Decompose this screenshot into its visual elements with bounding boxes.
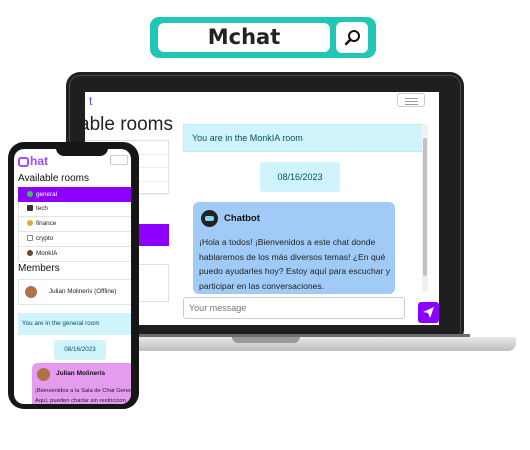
message-input[interactable]: Your message	[183, 297, 405, 319]
rooms-heading: able rooms	[85, 114, 173, 135]
money-bag-icon	[27, 220, 33, 226]
phone-screen: hat Available rooms general tech finance…	[14, 149, 131, 404]
hamburger-menu-button[interactable]	[397, 93, 425, 107]
avatar	[25, 286, 37, 298]
room-item-tech[interactable]: tech	[18, 202, 131, 217]
green-dot-icon	[27, 191, 33, 197]
message-line: ¡Bienvenidos a la Sala de Chat Gener	[35, 388, 131, 394]
room-item-general[interactable]: general	[18, 187, 131, 202]
chatbot-message-bubble: Chatbot ¡Hola a todos! ¡Bienvenidos a es…	[193, 202, 395, 294]
room-item-monkia[interactable]: MonkIA	[18, 247, 131, 262]
robot-avatar-icon	[201, 210, 218, 227]
phone-logo: hat	[18, 154, 48, 168]
search-icon	[344, 30, 360, 46]
phone-menu-button[interactable]	[110, 155, 128, 165]
laptop-icon	[27, 205, 33, 211]
room-label: crypto	[36, 235, 54, 242]
message-text: ¡Bienvenidos a la Sala de Chat Gener Aqu…	[35, 386, 131, 404]
room-label: MonkIA	[36, 250, 58, 257]
member-item[interactable]: Julian Molineris (Offline)	[18, 279, 131, 305]
header-search-bar: Mchat	[150, 17, 376, 58]
date-badge: 08/16/2023	[260, 162, 340, 192]
phone-notch	[56, 145, 108, 156]
message-sender: Chatbot	[224, 213, 260, 224]
laptop-logo: t	[89, 94, 93, 108]
message-text: ¡Hola a todos! ¡Bienvenidos a este chat …	[199, 237, 391, 291]
search-button[interactable]	[336, 22, 368, 53]
laptop-trackpad-notch	[232, 337, 300, 343]
user-message-bubble: Julian Molineris ¡Bienvenidos a la Sala …	[32, 363, 131, 404]
avatar	[37, 368, 50, 381]
rooms-heading: Available rooms	[18, 173, 89, 184]
date-badge: 08/16/2023	[54, 340, 106, 360]
monkey-icon	[27, 250, 33, 256]
chat-scrollbar[interactable]	[422, 124, 428, 292]
send-button[interactable]	[418, 302, 439, 323]
room-banner: You are in the MonkIA room	[183, 124, 423, 152]
message-line: Aquí, pueden charlar sin restriccion	[35, 398, 126, 404]
room-label: tech	[36, 205, 48, 212]
member-label: Julian Molineris (Offline)	[49, 288, 117, 295]
room-item-crypto[interactable]: crypto	[18, 232, 131, 247]
paper-plane-icon	[423, 307, 434, 318]
chart-icon	[27, 235, 33, 241]
chat-logo-icon	[18, 156, 29, 167]
room-item-finance[interactable]: finance	[18, 217, 131, 232]
members-heading: Members	[18, 263, 60, 274]
app-title: Mchat	[158, 23, 330, 52]
room-label: finance	[36, 220, 57, 227]
room-label: general	[36, 191, 58, 198]
phone-logo-text: hat	[30, 154, 48, 168]
room-banner: You are in the general room	[18, 313, 131, 335]
message-sender: Julian Molineris	[56, 370, 106, 377]
